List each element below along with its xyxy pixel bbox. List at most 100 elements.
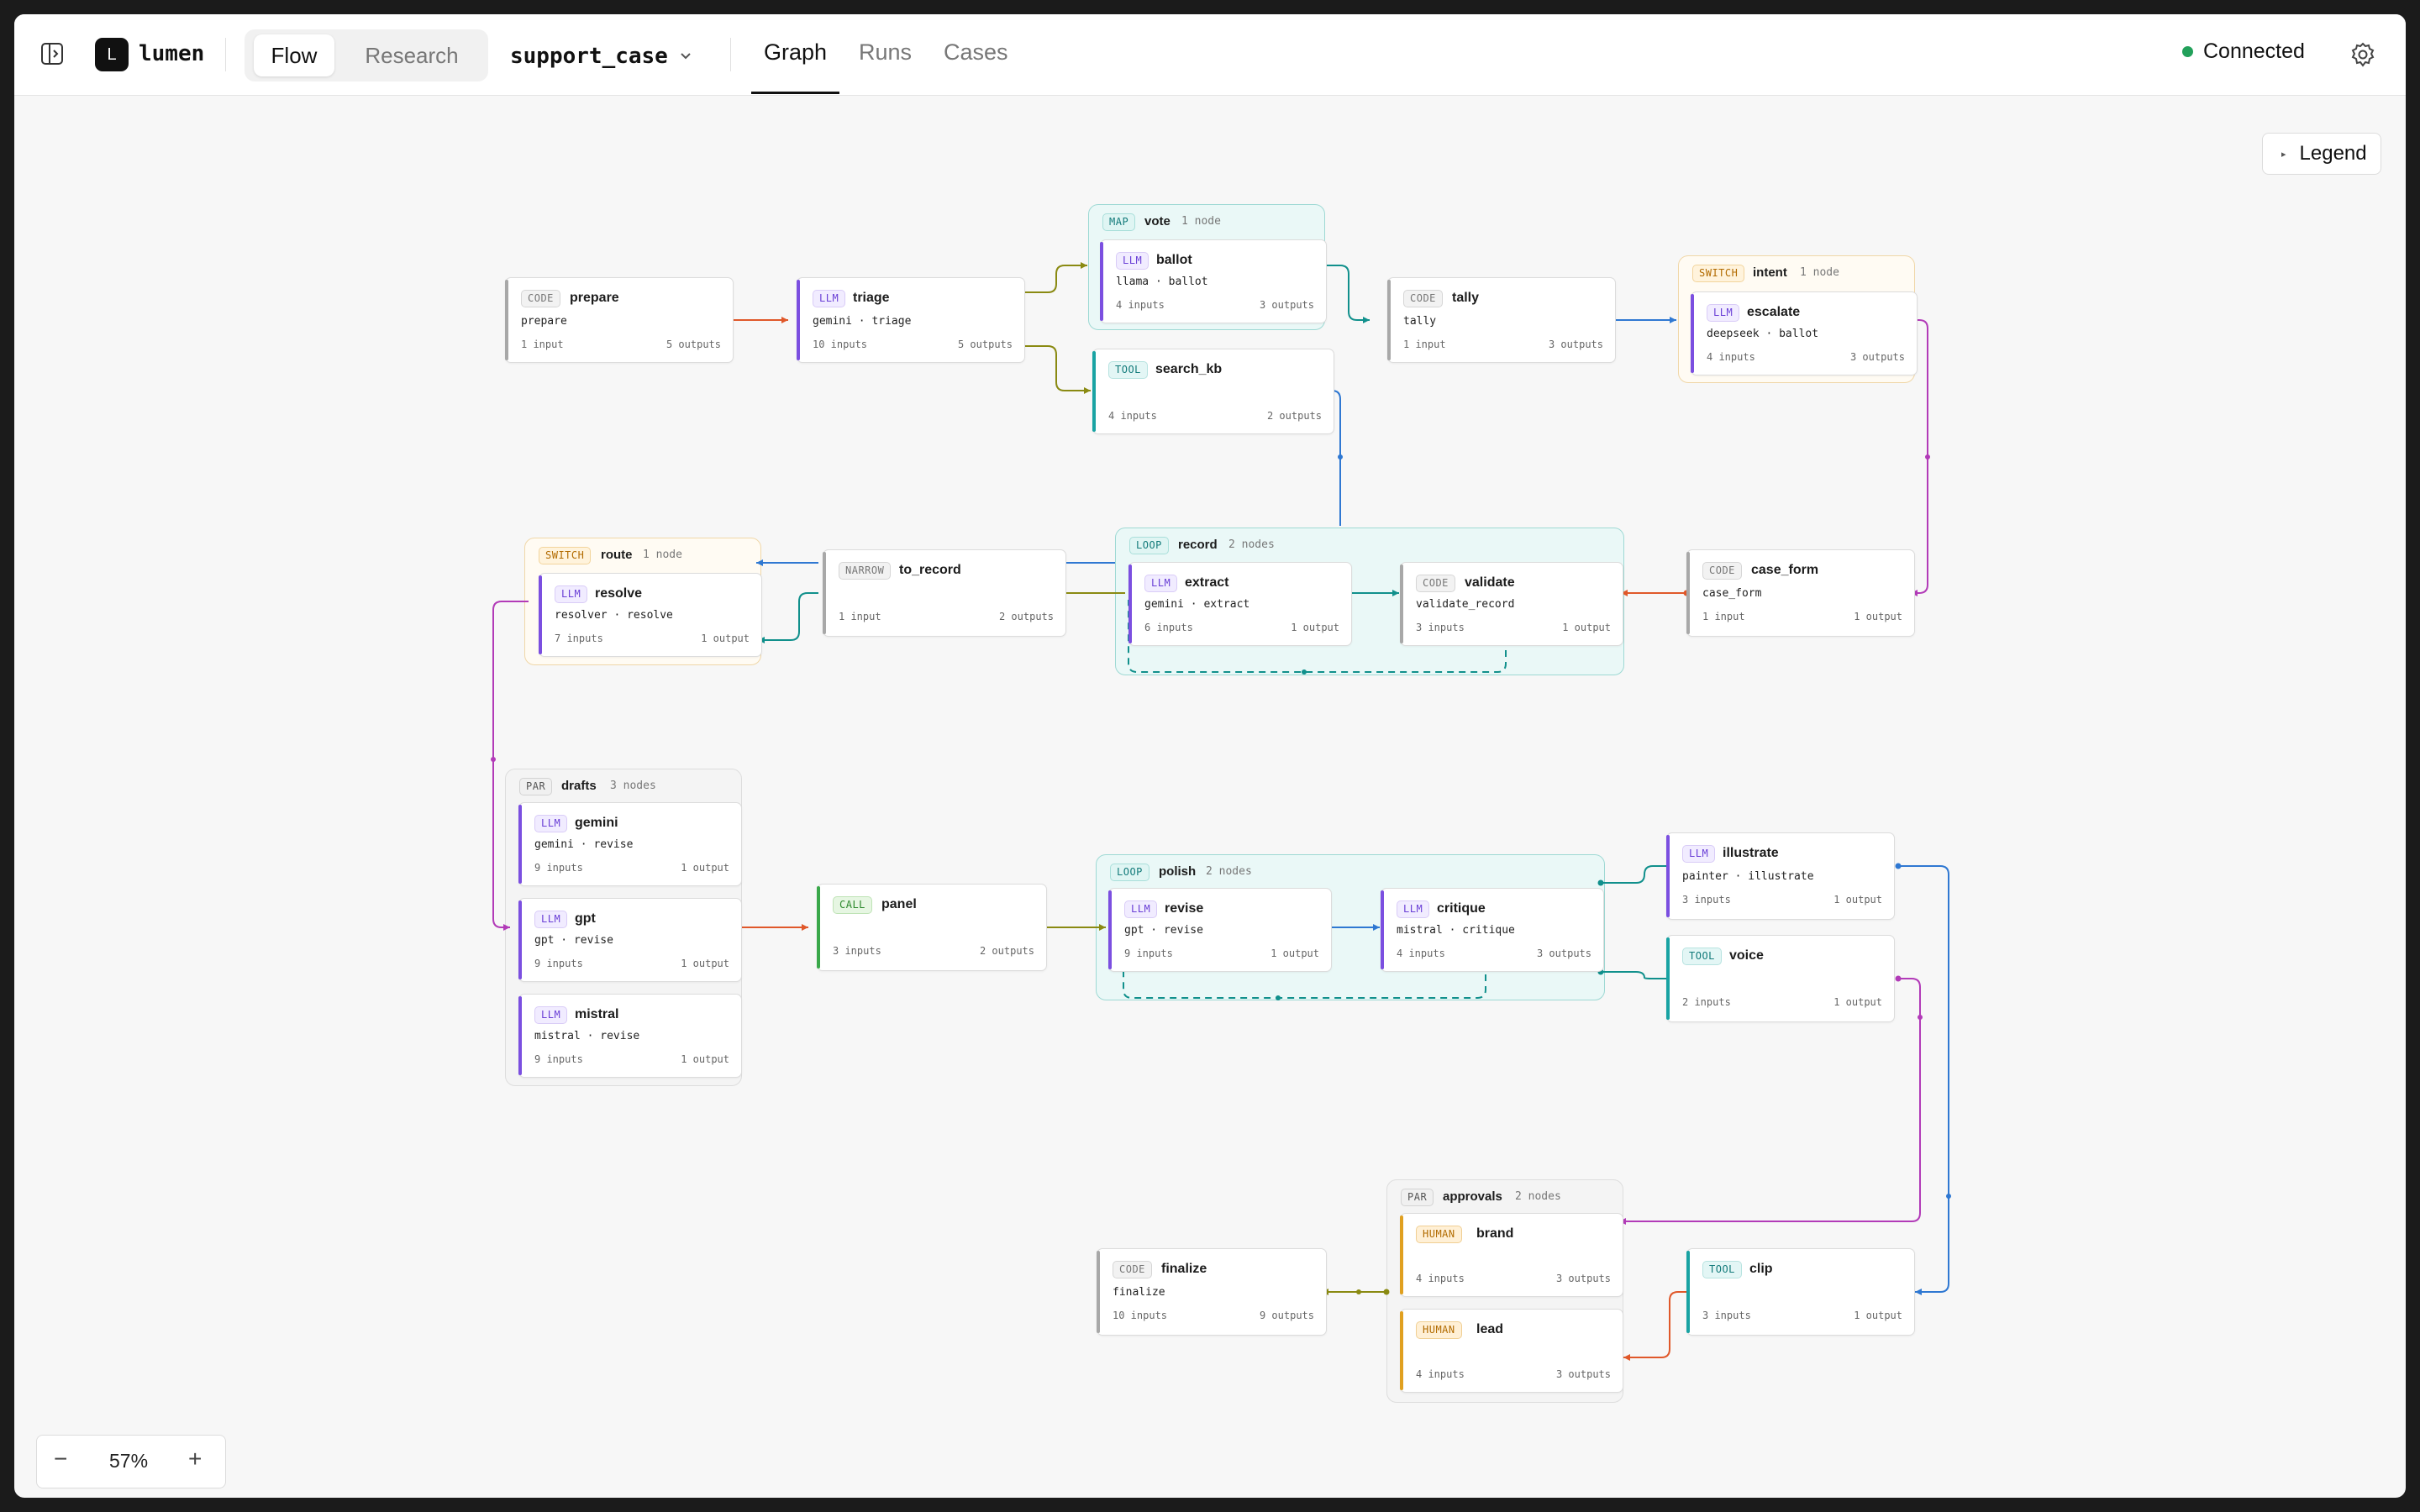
tab-runs[interactable]: Runs (859, 39, 912, 66)
node-kind-badge: LLM (1397, 900, 1430, 918)
tab-cases[interactable]: Cases (944, 39, 1008, 66)
divider (730, 38, 731, 71)
node-accent (518, 900, 522, 979)
node-title: lead (1476, 1322, 1504, 1336)
node-kind-badge: LLM (534, 911, 568, 928)
node-gemini[interactable]: LLM gemini gemini · revise 9 inputs 1 ou… (518, 802, 742, 886)
node-lead[interactable]: HUMAN lead 4 inputs 3 outputs (1400, 1309, 1623, 1393)
status-label: Connected (2203, 39, 2305, 63)
node-inputs: 3 inputs (833, 945, 881, 957)
node-subtitle: finalize (1113, 1286, 1165, 1299)
node-mistral[interactable]: LLM mistral mistral · revise 9 inputs 1 … (518, 994, 742, 1078)
node-revise[interactable]: LLM revise gpt · revise 9 inputs 1 outpu… (1108, 888, 1332, 972)
node-subtitle: gpt · revise (1124, 924, 1203, 937)
node-accent (1666, 937, 1670, 1020)
node-title: brand (1476, 1226, 1514, 1241)
node-inputs: 9 inputs (1124, 948, 1173, 959)
node-accent (518, 996, 522, 1075)
workflow-selector[interactable]: support_case (510, 39, 695, 73)
app-name: lumen (139, 41, 205, 66)
node-accent (1400, 1215, 1403, 1294)
top-bar: L lumen Flow Research support_case Graph… (14, 14, 2406, 96)
edge-triage-ballot (1022, 265, 1087, 293)
node-panel[interactable]: CALL panel 3 inputs 2 outputs (817, 884, 1047, 971)
node-inputs: 3 inputs (1416, 622, 1465, 633)
node-extract[interactable]: LLM extract gemini · extract 6 inputs 1 … (1128, 562, 1352, 646)
node-title: ballot (1156, 253, 1192, 267)
node-accent (1686, 552, 1690, 634)
sidebar-toggle-icon[interactable] (39, 41, 65, 66)
node-tally[interactable]: CODE tally tally 1 input 3 outputs (1387, 277, 1616, 363)
node-subtitle: llama · ballot (1116, 276, 1208, 288)
node-inputs: 1 input (1403, 339, 1446, 350)
node-title: gemini (575, 816, 618, 830)
edge-arrow (1099, 924, 1106, 931)
edge-arrow (1373, 924, 1380, 931)
node-subtitle: gemini · extract (1144, 598, 1250, 611)
zoom-out-button[interactable]: − (54, 1446, 67, 1473)
node-illustrate[interactable]: LLM illustrate painter · illustrate 3 in… (1666, 832, 1895, 920)
node-accent (1092, 351, 1096, 432)
node-kind-badge: HUMAN (1416, 1226, 1462, 1243)
node-search-kb[interactable]: TOOL search_kb 4 inputs 2 outputs (1092, 349, 1334, 434)
graph-canvas[interactable]: ▸ Legend MAP vote 1 node SWITCH intent 1… (14, 96, 2406, 1498)
node-outputs: 1 output (1833, 996, 1882, 1008)
node-validate[interactable]: CODE validate validate_record 3 inputs 1… (1400, 562, 1623, 646)
node-title: clip (1749, 1262, 1773, 1276)
node-kind-badge: LLM (1116, 252, 1150, 270)
edge-port (1276, 995, 1281, 1000)
node-inputs: 10 inputs (1113, 1310, 1168, 1321)
node-kind-badge: TOOL (1108, 361, 1148, 379)
node-outputs: 1 output (1854, 1310, 1902, 1321)
node-inputs: 4 inputs (1707, 351, 1755, 363)
edge-arrow (1392, 590, 1399, 596)
node-clip[interactable]: TOOL clip 3 inputs 1 output (1686, 1248, 1915, 1336)
node-finalize[interactable]: CODE finalize finalize 10 inputs 9 outpu… (1097, 1248, 1327, 1336)
edge-port (1597, 879, 1604, 886)
node-resolve[interactable]: LLM resolve resolver · resolve 7 inputs … (539, 573, 762, 657)
node-inputs: 4 inputs (1416, 1273, 1465, 1284)
node-inputs: 1 input (839, 611, 881, 622)
node-brand[interactable]: HUMAN brand 4 inputs 3 outputs (1400, 1213, 1623, 1297)
node-accent (823, 552, 826, 634)
node-voice[interactable]: TOOL voice 2 inputs 1 output (1666, 935, 1895, 1022)
node-title: voice (1729, 948, 1764, 963)
zoom-in-button[interactable]: + (188, 1446, 202, 1473)
edge-arrow (1915, 1289, 1922, 1295)
node-title: to_record (899, 563, 961, 577)
node-prepare[interactable]: CODE prepare prepare 1 input 5 outputs (505, 277, 734, 363)
node-ballot[interactable]: LLM ballot llama · ballot 4 inputs 3 out… (1100, 239, 1327, 323)
node-inputs: 2 inputs (1682, 996, 1731, 1008)
node-title: extract (1185, 575, 1229, 590)
node-outputs: 3 outputs (1259, 299, 1314, 311)
node-subtitle: prepare (521, 315, 567, 328)
node-escalate[interactable]: LLM escalate deepseek · ballot 4 inputs … (1691, 291, 1918, 375)
node-outputs: 5 outputs (957, 339, 1013, 350)
node-to-record[interactable]: NARROW to_record 1 input 2 outputs (823, 549, 1066, 637)
node-kind-badge: LLM (534, 1006, 568, 1024)
node-title: validate (1465, 575, 1515, 590)
mode-tab-research[interactable]: Research (349, 34, 475, 76)
tab-graph[interactable]: Graph (764, 39, 827, 66)
node-case-form[interactable]: CODE case_form case_form 1 input 1 outpu… (1686, 549, 1915, 637)
workflow-name: support_case (510, 44, 668, 69)
node-outputs: 1 output (1562, 622, 1611, 633)
gear-icon[interactable] (2349, 40, 2377, 69)
node-critique[interactable]: LLM critique mistral · critique 4 inputs… (1381, 888, 1604, 972)
node-kind-badge: LLM (555, 585, 588, 603)
node-inputs: 4 inputs (1416, 1368, 1465, 1380)
node-kind-badge: LLM (1144, 575, 1178, 592)
edge-vote-tally (1321, 265, 1370, 321)
edge-port (1356, 1289, 1361, 1294)
node-kind-badge: HUMAN (1416, 1321, 1462, 1339)
node-gpt[interactable]: LLM gpt gpt · revise 9 inputs 1 output (518, 898, 742, 982)
node-subtitle: mistral · critique (1397, 924, 1515, 937)
node-outputs: 2 outputs (979, 945, 1034, 957)
mode-tab-flow[interactable]: Flow (254, 34, 334, 76)
node-triage[interactable]: LLM triage gemini · triage 10 inputs 5 o… (797, 277, 1025, 363)
node-inputs: 10 inputs (813, 339, 868, 350)
node-kind-badge: CODE (1113, 1261, 1152, 1278)
node-kind-badge: CODE (1702, 562, 1742, 580)
node-accent (518, 805, 522, 884)
edge-clip-lead (1623, 1291, 1697, 1358)
